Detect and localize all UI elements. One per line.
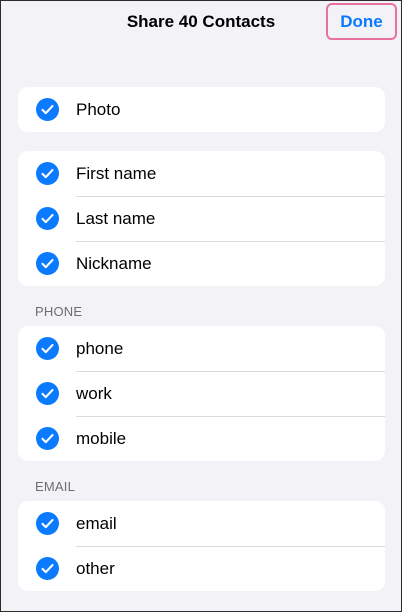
- navigation-bar: Share 40 Contacts Done: [1, 1, 401, 45]
- option-label: work: [76, 384, 112, 403]
- option-label: Nickname: [76, 254, 152, 273]
- option-row-other[interactable]: other: [18, 546, 385, 591]
- checkmark-circle-icon: [36, 557, 59, 580]
- checkmark-circle-icon: [36, 512, 59, 535]
- option-row-last-name[interactable]: Last name: [18, 196, 385, 241]
- share-contacts-sheet: Share 40 Contacts Done Photo First name …: [0, 0, 402, 612]
- option-label: other: [76, 559, 115, 578]
- checkmark-circle-icon: [36, 252, 59, 275]
- option-row-email[interactable]: email: [18, 501, 385, 546]
- name-group: First name Last name Nickname: [18, 151, 385, 286]
- option-row-first-name[interactable]: First name: [18, 151, 385, 196]
- checkmark-circle-icon: [36, 207, 59, 230]
- checkmark-circle-icon: [36, 337, 59, 360]
- option-label: email: [76, 514, 117, 533]
- phone-group: phone work mobile: [18, 326, 385, 461]
- option-row-mobile[interactable]: mobile: [18, 416, 385, 461]
- option-label: Photo: [76, 100, 121, 119]
- option-label: Last name: [76, 209, 156, 228]
- option-label: phone: [76, 339, 124, 358]
- option-label: First name: [76, 164, 157, 183]
- email-group: email other: [18, 501, 385, 591]
- checkmark-circle-icon: [36, 427, 59, 450]
- section-header-phone: PHONE: [35, 304, 83, 319]
- option-row-nickname[interactable]: Nickname: [18, 241, 385, 286]
- section-header-email: EMAIL: [35, 479, 76, 494]
- checkmark-circle-icon: [36, 382, 59, 405]
- checkmark-circle-icon: [36, 98, 59, 121]
- option-row-work[interactable]: work: [18, 371, 385, 416]
- option-row-photo[interactable]: Photo: [18, 87, 385, 132]
- photo-group: Photo: [18, 87, 385, 132]
- option-row-phone[interactable]: phone: [18, 326, 385, 371]
- checkmark-circle-icon: [36, 162, 59, 185]
- option-label: mobile: [76, 429, 127, 448]
- done-button[interactable]: Done: [326, 3, 397, 40]
